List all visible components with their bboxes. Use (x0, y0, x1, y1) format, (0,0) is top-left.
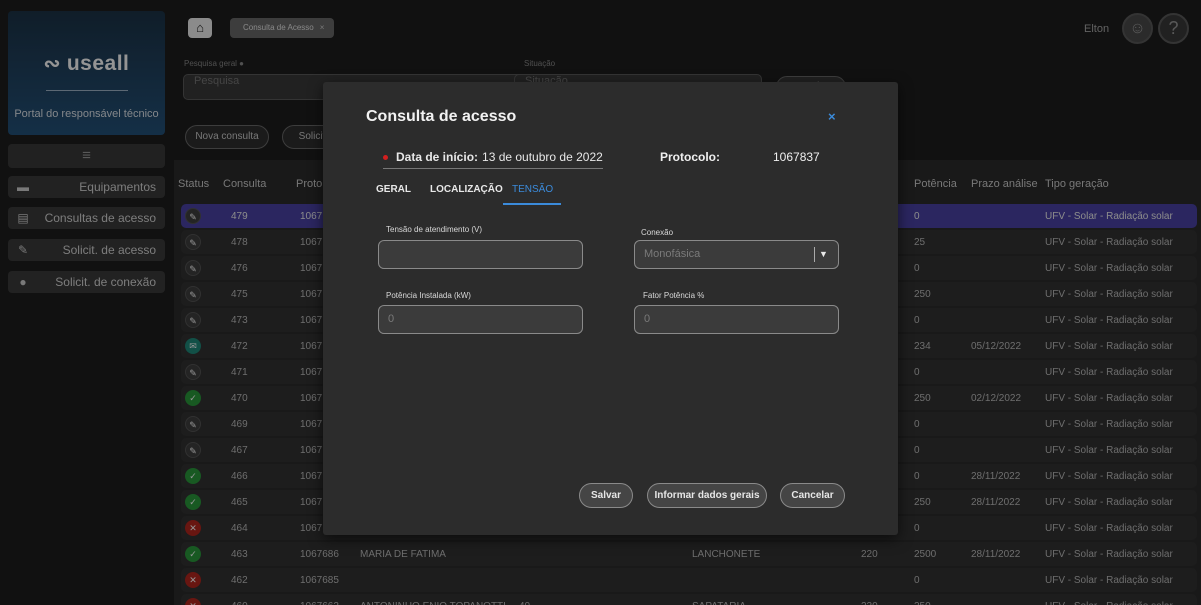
conexao-select[interactable]: Monofásica ▼ (634, 240, 839, 269)
conexao-label: Conexão (641, 228, 674, 237)
start-date: Data de início: 13 de outubro de 2022 (383, 150, 603, 169)
fator-label: Fator Potência % (643, 291, 705, 300)
start-date-label: Data de início: (396, 150, 479, 164)
tensao-label: Tensão de atendimento (V) (386, 225, 483, 234)
chevron-down-icon: ▼ (814, 247, 832, 262)
start-date-value: 13 de outubro de 2022 (482, 150, 603, 164)
fator-input[interactable]: 0 (634, 305, 839, 334)
tab-localizacao[interactable]: LOCALIZAÇÃO (430, 184, 503, 195)
potencia-label: Potência Instalada (kW) (386, 291, 471, 300)
consulta-modal: Consulta de acesso × Data de início: 13 d… (323, 82, 898, 535)
save-button[interactable]: Salvar (579, 483, 633, 508)
app-root: ∾ useall Portal do responsável técnico ≡ … (0, 0, 1201, 605)
protocol-value: 1067837 (773, 150, 820, 164)
required-dot-icon (383, 155, 388, 161)
close-icon[interactable]: × (828, 109, 836, 124)
informar-dados-gerais-button[interactable]: Informar dados gerais (647, 483, 767, 508)
active-tab-indicator (503, 203, 561, 205)
conexao-value: Monofásica (644, 248, 701, 260)
potencia-input[interactable]: 0 (378, 305, 583, 334)
tensao-input[interactable] (378, 240, 583, 269)
tab-tensao[interactable]: TENSÃO (512, 184, 553, 195)
tab-geral[interactable]: GERAL (376, 184, 411, 195)
cancel-button[interactable]: Cancelar (780, 483, 845, 508)
protocol-label: Protocolo: (660, 150, 720, 164)
modal-title: Consulta de acesso (366, 108, 517, 125)
